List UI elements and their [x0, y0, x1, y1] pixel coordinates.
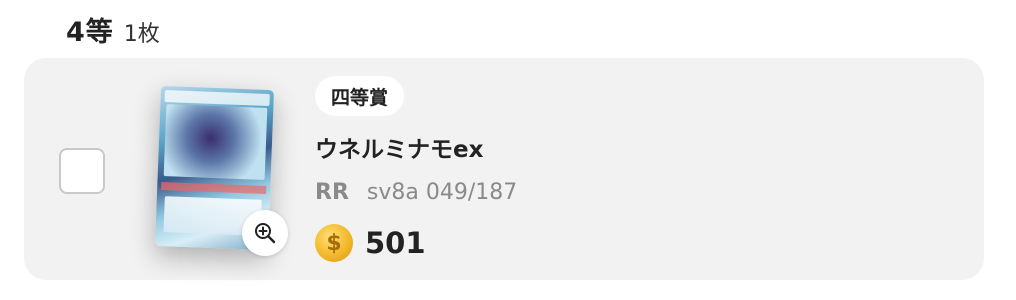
select-checkbox[interactable]: [59, 148, 105, 194]
price: $ 501: [315, 224, 426, 262]
price-value: 501: [365, 226, 426, 260]
card-name: ウネルミナモex: [315, 137, 484, 163]
section-header: 4等 1枚: [66, 10, 160, 48]
card-image-artwork: [163, 104, 268, 180]
card-rarity: RR: [315, 180, 349, 205]
card-meta: RR sv8a 049/187: [315, 180, 517, 205]
card-set-code: sv8a 049/187: [366, 180, 518, 205]
zoom-in-icon: [255, 223, 276, 244]
prize-tag: 四等賞: [315, 76, 405, 116]
coin-icon: $: [315, 224, 353, 262]
zoom-button[interactable]: [242, 210, 288, 256]
tier-label: 4等: [66, 17, 114, 48]
card-image-band: [161, 181, 267, 194]
tier-count: 1枚: [123, 22, 160, 47]
prize-card-row[interactable]: 四等賞 ウネルミナモex RR sv8a 049/187 $ 501: [24, 58, 984, 280]
